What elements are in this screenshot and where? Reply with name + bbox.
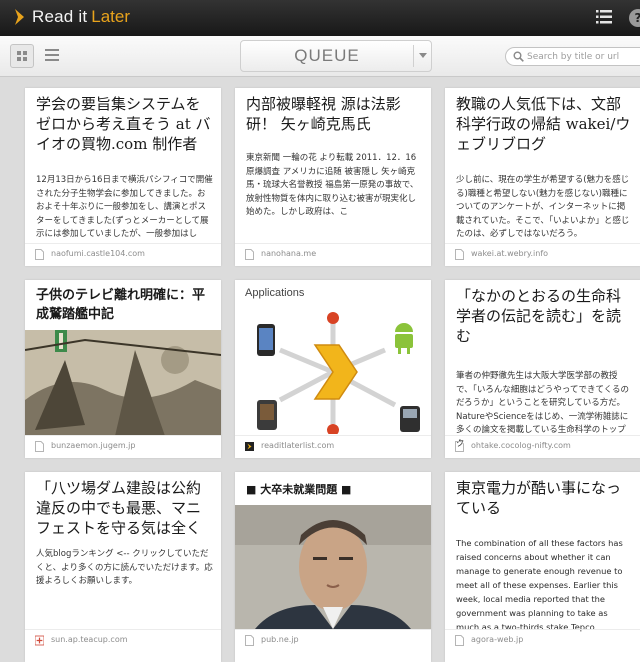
logo-chevron-icon [15, 9, 24, 25]
article-title[interactable]: Applications [245, 287, 304, 299]
article-excerpt: The combination of all these factors has… [456, 538, 623, 632]
list-menu-icon[interactable] [596, 10, 612, 24]
article-thumbnail[interactable] [235, 505, 431, 629]
article-domain[interactable]: naofumi.castle104.com [51, 249, 145, 258]
article-thumbnail[interactable] [25, 330, 221, 436]
article-excerpt: 少し前に、現在の学生が希望する(魅力を感じる)職種と希望しない(魅力を感じない)… [456, 175, 630, 239]
article-footer: bunzaemon.jugem.jp [25, 435, 221, 458]
document-icon [455, 635, 464, 646]
article-domain[interactable]: sun.ap.teacup.com [51, 635, 128, 644]
document-icon [35, 441, 44, 452]
article-excerpt: 12月13日から16日まで横浜パシフィコで開催された分子生物学会に参加してきまし… [36, 175, 213, 239]
search-input[interactable] [527, 49, 640, 64]
article-domain[interactable]: nanohana.me [261, 249, 316, 258]
site-favicon-icon [35, 635, 44, 646]
document-icon [455, 249, 464, 260]
grid-view-icon [17, 51, 27, 61]
toolbar: QUEUE [0, 36, 640, 77]
search-box [505, 47, 640, 66]
article-footer: pub.ne.jp [235, 629, 431, 652]
chevron-down-icon[interactable] [419, 53, 427, 58]
article-domain[interactable]: ohtake.cocolog-nifty.com [471, 441, 571, 450]
logo-text-later: Later [91, 7, 131, 26]
list-view-button[interactable] [45, 49, 59, 61]
article-title[interactable]: 子供のテレビ離れ明確に：平成鷲踏艦中記 [36, 286, 215, 324]
queue-dropdown[interactable]: QUEUE [240, 40, 432, 72]
article-card[interactable]: 「八ツ場ダム建設は公約違反の中でも最悪、マニフェストを守る気は全くな 人気blo… [25, 472, 221, 662]
app-logo[interactable]: Read it Later [12, 7, 130, 27]
article-footer: naofumi.castle104.com [25, 243, 221, 266]
document-icon [245, 249, 254, 260]
article-card[interactable]: 教職の人気低下は、文部科学行政の帰結 wakei/ウェブリブログ 少し前に、現在… [445, 88, 640, 266]
article-title[interactable]: 学会の要旨集システムをゼロから考え直そう at バイオの買物.com 制作者 [36, 94, 215, 154]
document-icon [245, 635, 254, 646]
top-bar: Read it Later ? [0, 0, 640, 36]
article-footer: nanohana.me [235, 243, 431, 266]
article-card[interactable]: 「なかのとおるの生命科学者の伝記を読む」を読む 筆者の仲野徹先生は大阪大学医学部… [445, 280, 640, 458]
article-footer: wakei.at.webry.info [445, 243, 640, 266]
article-card[interactable]: 子供のテレビ離れ明確に：平成鷲踏艦中記 bunzaemon.jugem.jp [25, 280, 221, 458]
document-icon [35, 249, 44, 260]
article-footer: readitlaterlist.com [235, 435, 431, 458]
article-card[interactable]: 学会の要旨集システムをゼロから考え直そう at バイオの買物.com 制作者 1… [25, 88, 221, 266]
article-card[interactable]: 内部被曝軽視 源は法影研！ 矢ヶ崎克馬氏 東京新聞 一輪の花 より転載 2011… [235, 88, 431, 266]
article-title[interactable]: 「八ツ場ダム建設は公約違反の中でも最悪、マニフェストを守る気は全くな [36, 478, 215, 540]
applications-diagram[interactable] [235, 310, 431, 434]
grid-view-button[interactable] [10, 44, 34, 68]
queue-label: QUEUE [294, 46, 360, 65]
article-footer: agora-web.jp [445, 629, 640, 652]
logo-text-read: Read it [32, 7, 88, 26]
article-excerpt: 人気blogランキング <-- クリックしていただくと、より多くの方に読んでいた… [36, 549, 213, 586]
article-title[interactable]: ■ 大卒未就業問題 ■ [246, 480, 425, 499]
article-domain[interactable]: wakei.at.webry.info [471, 249, 548, 258]
help-icon[interactable]: ? [629, 9, 640, 27]
article-card[interactable]: 東京電力が酷い事になっている The combination of all th… [445, 472, 640, 662]
article-domain[interactable]: pub.ne.jp [261, 635, 299, 644]
article-title[interactable]: 東京電力が酷い事になっている [456, 478, 635, 518]
article-excerpt: 東京新聞 一輪の花 より転載 2011．12．16 原爆調査 アメリカに追随 被… [246, 153, 419, 217]
article-domain[interactable]: readitlaterlist.com [261, 441, 334, 450]
article-title[interactable]: 教職の人気低下は、文部科学行政の帰結 wakei/ウェブリブログ [456, 94, 635, 154]
article-title[interactable]: 内部被曝軽視 源は法影研！ 矢ヶ崎克馬氏 [246, 94, 425, 134]
article-card[interactable]: ■ 大卒未就業問題 ■ pub.ne.jp [235, 472, 431, 662]
article-card[interactable]: Applications readitlaterlist.com [235, 280, 431, 458]
readitlater-favicon-icon [245, 442, 254, 451]
document-icon [455, 441, 464, 452]
article-footer: ohtake.cocolog-nifty.com [445, 435, 640, 458]
dropdown-divider [413, 45, 414, 67]
article-domain[interactable]: bunzaemon.jugem.jp [51, 441, 135, 450]
article-footer: sun.ap.teacup.com [25, 629, 221, 652]
article-domain[interactable]: agora-web.jp [471, 635, 523, 644]
search-icon [513, 51, 524, 62]
article-title[interactable]: 「なかのとおるの生命科学者の伝記を読む」を読む [456, 286, 635, 346]
